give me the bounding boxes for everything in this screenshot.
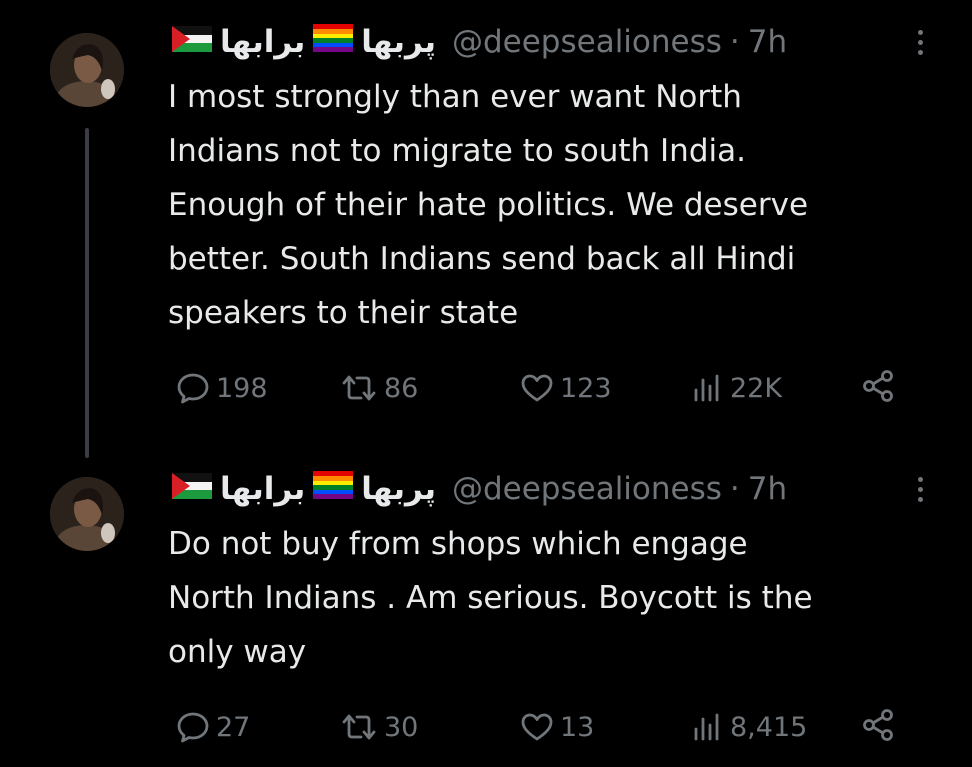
share-icon bbox=[861, 369, 897, 407]
like-button[interactable]: 123 bbox=[520, 366, 612, 410]
view-count: 22K bbox=[730, 372, 783, 404]
avatar[interactable] bbox=[50, 477, 124, 551]
share-icon bbox=[861, 708, 897, 746]
views-button[interactable]: 8,415 bbox=[690, 705, 807, 749]
reply-icon bbox=[176, 372, 216, 404]
avatar-image bbox=[50, 477, 124, 551]
like-icon bbox=[520, 712, 560, 742]
tweet-text-line: Do not buy from shops which engage bbox=[168, 526, 748, 562]
views-icon bbox=[690, 372, 730, 404]
rainbow-flag-icon bbox=[313, 24, 354, 60]
tweet-header: برابها پربها @deepsealioness · 7h bbox=[168, 467, 787, 511]
share-button[interactable] bbox=[861, 366, 897, 410]
rainbow-flag-icon bbox=[313, 471, 354, 507]
reply-button[interactable]: 198 bbox=[176, 366, 268, 410]
repost-button[interactable]: 30 bbox=[340, 705, 418, 749]
repost-count: 30 bbox=[384, 711, 419, 743]
repost-icon bbox=[340, 712, 384, 742]
tweet[interactable]: برابها پربها @deepsealioness · 7h I most… bbox=[0, 0, 972, 460]
tweet-text-line: Indians not to migrate to south India. bbox=[168, 133, 746, 169]
display-name-part: پربها bbox=[361, 471, 436, 507]
repost-button[interactable]: 86 bbox=[340, 366, 418, 410]
reply-count: 27 bbox=[216, 711, 251, 743]
like-count: 123 bbox=[560, 372, 612, 404]
reply-icon bbox=[176, 711, 216, 743]
palestine-flag-icon bbox=[172, 471, 212, 507]
tweet-text-line: only way bbox=[168, 634, 307, 670]
timestamp[interactable]: 7h bbox=[748, 471, 787, 507]
tweet-header: برابها پربها @deepsealioness · 7h bbox=[168, 20, 787, 64]
palestine-flag-icon bbox=[172, 24, 212, 60]
tweet-text-line: speakers to their state bbox=[168, 295, 519, 331]
thread-connector-line bbox=[85, 128, 89, 458]
tweet-text: Do not buy from shops which engage North… bbox=[168, 517, 948, 679]
repost-count: 86 bbox=[384, 372, 419, 404]
like-count: 13 bbox=[560, 711, 595, 743]
tweet-text: I most strongly than ever want North Ind… bbox=[168, 70, 948, 340]
reply-button[interactable]: 27 bbox=[176, 705, 250, 749]
user-handle[interactable]: @deepsealioness bbox=[452, 471, 722, 507]
more-icon[interactable] bbox=[905, 467, 935, 511]
separator-dot: · bbox=[729, 471, 740, 507]
tweet-text-line: Enough of their hate politics. We deserv… bbox=[168, 187, 809, 223]
share-button[interactable] bbox=[861, 705, 897, 749]
views-button[interactable]: 22K bbox=[690, 366, 782, 410]
display-name[interactable]: برابها پربها bbox=[168, 471, 440, 507]
tweet[interactable]: برابها پربها @deepsealioness · 7h Do not… bbox=[0, 460, 972, 767]
timestamp[interactable]: 7h bbox=[748, 24, 787, 60]
display-name-part: برابها bbox=[220, 24, 306, 60]
tweet-actions: 27 30 13 8,415 bbox=[168, 705, 928, 749]
views-icon bbox=[690, 711, 730, 743]
display-name-part: برابها bbox=[220, 471, 306, 507]
like-icon bbox=[520, 373, 560, 403]
display-name[interactable]: برابها پربها bbox=[168, 24, 440, 60]
separator-dot: · bbox=[729, 24, 740, 60]
display-name-part: پربها bbox=[361, 24, 436, 60]
avatar[interactable] bbox=[50, 33, 124, 107]
avatar-image bbox=[50, 33, 124, 107]
tweet-text-line: better. South Indians send back all Hind… bbox=[168, 241, 796, 277]
tweet-text-line: I most strongly than ever want North bbox=[168, 79, 742, 115]
reply-count: 198 bbox=[216, 372, 268, 404]
like-button[interactable]: 13 bbox=[520, 705, 594, 749]
user-handle[interactable]: @deepsealioness bbox=[452, 24, 722, 60]
more-icon[interactable] bbox=[905, 20, 935, 64]
repost-icon bbox=[340, 373, 384, 403]
tweet-actions: 198 86 123 22K bbox=[168, 366, 928, 410]
view-count: 8,415 bbox=[730, 711, 808, 743]
tweet-text-line: North Indians . Am serious. Boycott is t… bbox=[168, 580, 813, 616]
